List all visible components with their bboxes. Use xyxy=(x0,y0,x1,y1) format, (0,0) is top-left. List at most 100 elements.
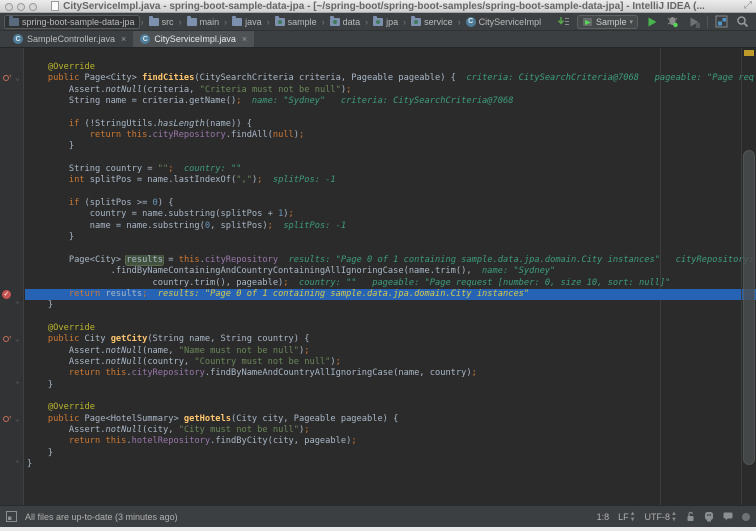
code-line[interactable]: } xyxy=(0,300,756,311)
fold-collapse-icon[interactable] xyxy=(15,73,20,83)
fullscreen-icon[interactable]: ⤢ xyxy=(744,0,752,11)
code-line[interactable]: } xyxy=(0,459,756,470)
code-line[interactable]: if (!StringUtils.hasLength(name)) { xyxy=(0,119,756,130)
code-line[interactable]: return this.cityRepository.findByNameAnd… xyxy=(0,368,756,379)
run-with-coverage-button[interactable] xyxy=(686,15,701,29)
override-method-icon[interactable] xyxy=(3,71,12,83)
zoom-window-button[interactable] xyxy=(29,3,37,11)
gutter-cell[interactable] xyxy=(0,323,25,334)
gutter-cell[interactable] xyxy=(0,85,25,96)
breadcrumb-item-spring-boot-sample-data-jpa[interactable]: spring-boot-sample-data-jpa xyxy=(4,14,140,29)
run-config-select[interactable]: Sample ▾ xyxy=(576,14,638,29)
code-line[interactable]: Assert.notNull(name, "Name must not be n… xyxy=(0,346,756,357)
fold-end-icon[interactable] xyxy=(15,300,20,310)
code-line[interactable]: Page<City> results = this.cityRepository… xyxy=(0,254,756,266)
code-line[interactable]: if (splitPos >= 0) { xyxy=(0,198,756,209)
warning-stripe-mark[interactable] xyxy=(744,50,754,56)
gutter-cell[interactable] xyxy=(0,187,25,198)
code-line[interactable]: .findByNameContainingAndCountryContainin… xyxy=(0,266,756,277)
override-method-icon[interactable] xyxy=(3,332,12,344)
gutter-cell[interactable] xyxy=(0,198,25,209)
gutter-cell[interactable] xyxy=(0,312,25,323)
caret-position[interactable]: 1:8 xyxy=(597,512,610,522)
gutter-cell[interactable] xyxy=(0,402,25,413)
lock-icon[interactable] xyxy=(686,511,695,522)
search-everywhere-icon[interactable] xyxy=(735,15,750,29)
execution-line[interactable]: return results; results: "Page 0 of 1 co… xyxy=(0,288,756,300)
code-line[interactable] xyxy=(0,153,756,164)
run-button[interactable] xyxy=(644,15,659,29)
code-line[interactable]: Assert.notNull(country, "Country must no… xyxy=(0,357,756,368)
code-line[interactable]: @Override xyxy=(0,62,756,73)
gutter-cell[interactable] xyxy=(0,244,25,255)
close-icon[interactable]: × xyxy=(121,34,126,44)
restore-layout-icon[interactable] xyxy=(714,15,729,29)
gutter-cell[interactable] xyxy=(0,380,25,391)
code-line[interactable]: country = name.substring(splitPos + 1); xyxy=(0,209,756,220)
minimize-window-button[interactable] xyxy=(17,3,25,11)
fold-collapse-icon[interactable] xyxy=(15,334,20,344)
code-line[interactable]: return this.hotelRepository.findByCity(c… xyxy=(0,436,756,447)
code-line[interactable]: public Page<HotelSummary> getHotels(City… xyxy=(0,412,756,425)
tab-cityserviceimpl[interactable]: C CityServiceImpl.java × xyxy=(133,31,255,47)
gutter-cell[interactable] xyxy=(0,232,25,243)
highlighting-level-icon[interactable] xyxy=(704,511,714,522)
gutter-cell[interactable] xyxy=(0,96,25,107)
code-line[interactable]: } xyxy=(0,141,756,152)
code-line[interactable] xyxy=(0,107,756,118)
gutter-cell[interactable] xyxy=(0,107,25,118)
scrollbar-thumb[interactable] xyxy=(743,150,755,465)
fold-end-icon[interactable] xyxy=(15,380,20,390)
toolwindow-toggle-icon[interactable] xyxy=(6,511,17,522)
gutter-cell[interactable] xyxy=(0,368,25,379)
gutter-cell[interactable] xyxy=(0,221,25,232)
code-line[interactable]: } xyxy=(0,448,756,459)
gutter-cell[interactable] xyxy=(0,119,25,130)
code-line[interactable] xyxy=(0,187,756,198)
fold-collapse-icon[interactable] xyxy=(15,414,20,424)
breadcrumb-item-jpa[interactable]: jpa xyxy=(369,16,402,28)
gutter-cell[interactable] xyxy=(0,130,25,141)
code-line[interactable]: country.trim(), pageable); country: "" p… xyxy=(0,278,756,289)
gutter-cell[interactable] xyxy=(0,266,25,277)
gutter-cell[interactable] xyxy=(0,357,25,368)
gutter-cell[interactable] xyxy=(0,255,25,266)
gutter-cell[interactable] xyxy=(0,391,25,402)
feedback-bubble-icon[interactable] xyxy=(723,512,733,521)
breakpoint-icon[interactable] xyxy=(2,289,11,300)
gutter-cell[interactable] xyxy=(0,175,25,186)
close-window-button[interactable] xyxy=(5,3,13,11)
breadcrumb-item-sample[interactable]: sample xyxy=(271,16,321,28)
close-icon[interactable]: × xyxy=(242,34,247,44)
code-line[interactable]: return this.cityRepository.findAll(null)… xyxy=(0,130,756,141)
breadcrumb-item-main[interactable]: main xyxy=(183,16,224,28)
breadcrumb-item-data[interactable]: data xyxy=(326,16,365,28)
debug-button[interactable] xyxy=(665,15,680,29)
gutter-cell[interactable] xyxy=(0,425,25,436)
gutter-cell[interactable] xyxy=(0,436,25,447)
background-process-icon[interactable] xyxy=(742,512,750,521)
fold-end-icon[interactable] xyxy=(15,459,20,469)
code-line[interactable]: int splitPos = name.lastIndexOf(","); sp… xyxy=(0,175,756,186)
gutter-cell[interactable] xyxy=(0,141,25,152)
gutter-cell[interactable] xyxy=(0,289,25,300)
breadcrumb-item-src[interactable]: src xyxy=(145,16,178,28)
gutter-cell[interactable] xyxy=(0,62,25,73)
code-editor[interactable]: @Override public Page<City> findCities(C… xyxy=(0,48,756,505)
line-separator-select[interactable]: LF ▲ ▼ xyxy=(618,511,635,523)
code-line[interactable] xyxy=(0,312,756,323)
code-line[interactable]: @Override xyxy=(0,323,756,334)
gutter-cell[interactable] xyxy=(0,278,25,289)
code-line[interactable]: public Page<City> findCities(CitySearchC… xyxy=(0,71,756,84)
code-line[interactable]: String country = ""; country: "" xyxy=(0,164,756,175)
gutter-cell[interactable] xyxy=(0,412,25,425)
code-line[interactable]: } xyxy=(0,232,756,243)
code-line[interactable] xyxy=(0,244,756,255)
code-line[interactable]: @Override xyxy=(0,402,756,413)
breadcrumb-item-java[interactable]: java xyxy=(228,16,266,28)
breadcrumb-item-service[interactable]: service xyxy=(407,16,457,28)
gutter-cell[interactable] xyxy=(0,448,25,459)
gutter-cell[interactable] xyxy=(0,332,25,345)
gutter-cell[interactable] xyxy=(0,346,25,357)
code-line[interactable]: } xyxy=(0,380,756,391)
